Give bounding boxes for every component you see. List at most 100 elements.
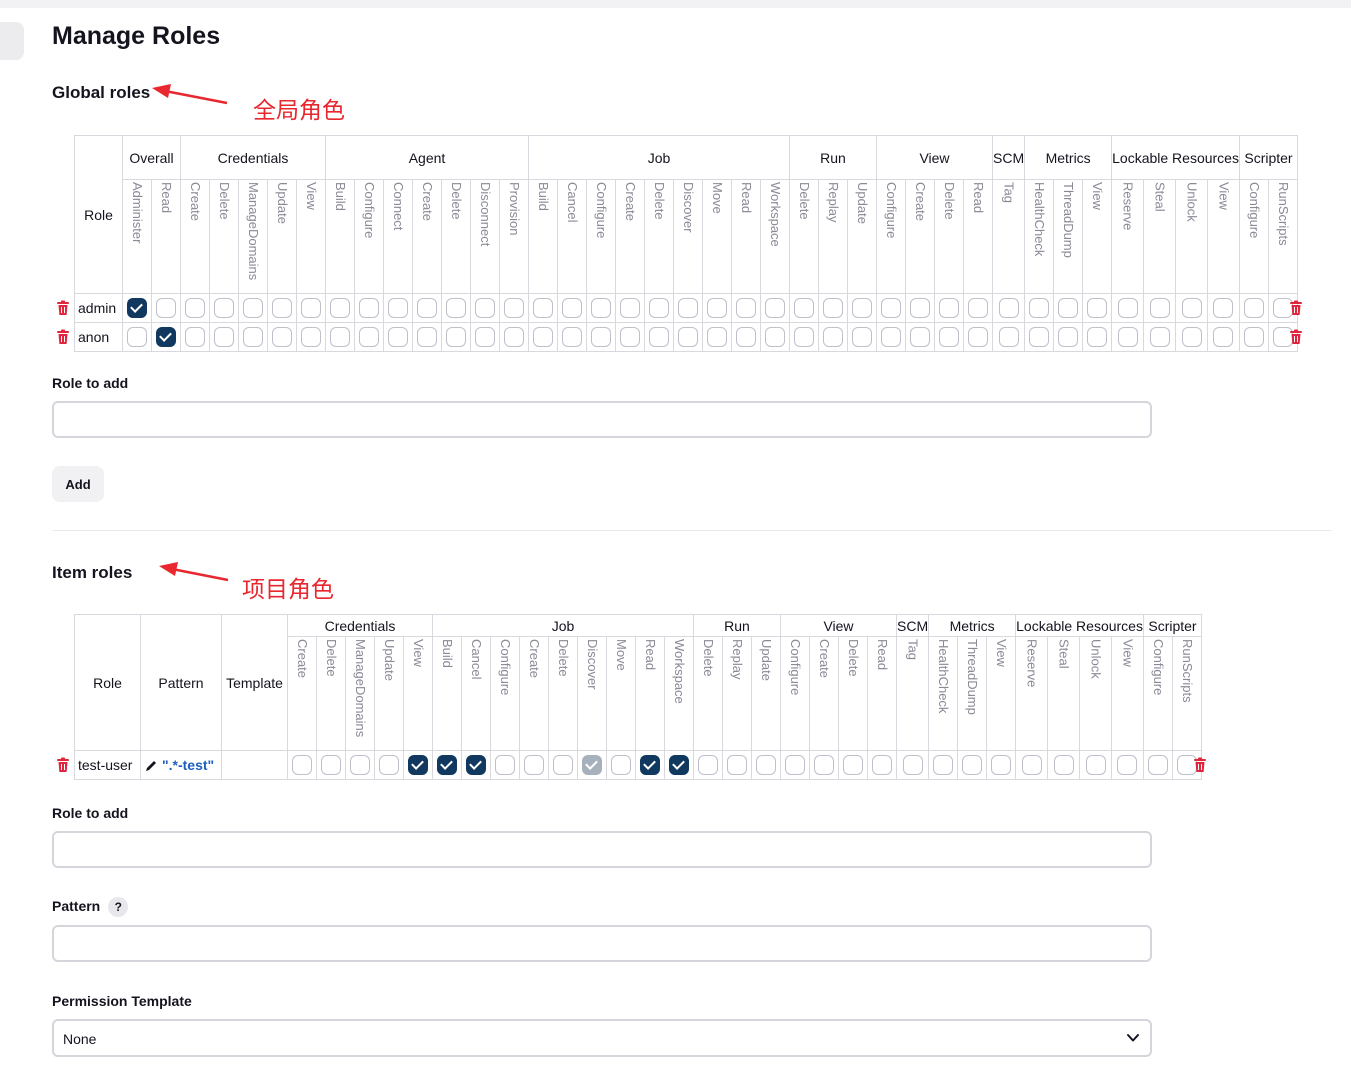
permission-checkbox[interactable] <box>301 327 321 347</box>
permission-checkbox[interactable] <box>1021 755 1042 775</box>
permission-checkbox[interactable] <box>446 327 466 347</box>
permission-checkbox[interactable] <box>698 755 718 775</box>
permission-checkbox[interactable] <box>1058 298 1079 318</box>
permission-checkbox[interactable] <box>998 298 1019 318</box>
permission-checkbox[interactable] <box>765 298 785 318</box>
permission-checkbox[interactable] <box>495 755 515 775</box>
permission-checkbox[interactable] <box>823 298 843 318</box>
permission-checkbox[interactable] <box>437 755 457 775</box>
permission-checkbox[interactable] <box>1149 298 1170 318</box>
trash-icon[interactable] <box>56 757 70 773</box>
permission-checkbox[interactable] <box>388 298 408 318</box>
permission-checkbox[interactable] <box>736 327 756 347</box>
permission-checkbox[interactable] <box>998 327 1019 347</box>
permission-checkbox[interactable] <box>1243 298 1264 318</box>
permission-checkbox[interactable] <box>933 755 954 775</box>
permission-checkbox[interactable] <box>359 327 379 347</box>
permission-checkbox[interactable] <box>852 327 872 347</box>
permission-checkbox[interactable] <box>991 755 1012 775</box>
permission-checkbox[interactable] <box>214 327 234 347</box>
permission-checkbox[interactable] <box>533 298 553 318</box>
permission-checkbox[interactable] <box>902 755 923 775</box>
permission-checkbox[interactable] <box>504 298 524 318</box>
permission-checkbox[interactable] <box>910 327 930 347</box>
permission-checkbox[interactable] <box>1213 298 1234 318</box>
permission-checkbox[interactable] <box>330 327 350 347</box>
permission-checkbox[interactable] <box>1147 755 1168 775</box>
permission-checkbox[interactable] <box>446 298 466 318</box>
permission-checkbox[interactable] <box>620 298 640 318</box>
permission-checkbox[interactable] <box>736 298 756 318</box>
permission-checkbox[interactable] <box>649 298 669 318</box>
permission-checkbox[interactable] <box>1058 327 1079 347</box>
permission-checkbox[interactable] <box>910 298 930 318</box>
trash-icon-right[interactable] <box>1289 329 1303 345</box>
permission-checkbox[interactable] <box>272 298 292 318</box>
permission-checkbox[interactable] <box>1087 298 1108 318</box>
permission-checkbox[interactable] <box>243 298 263 318</box>
permission-checkbox[interactable] <box>417 298 437 318</box>
permission-checkbox[interactable] <box>707 327 727 347</box>
permission-checkbox[interactable] <box>1053 755 1074 775</box>
permission-checkbox[interactable] <box>640 755 660 775</box>
permission-checkbox[interactable] <box>156 298 176 318</box>
permission-checkbox[interactable] <box>611 755 631 775</box>
permission-checkbox[interactable] <box>968 298 988 318</box>
permission-checkbox[interactable] <box>649 327 669 347</box>
global-role-to-add-input[interactable] <box>52 401 1152 438</box>
permission-checkbox[interactable] <box>765 327 785 347</box>
permission-checkbox[interactable] <box>127 327 147 347</box>
permission-checkbox[interactable] <box>504 327 524 347</box>
permission-checkbox[interactable] <box>794 327 814 347</box>
permission-checkbox[interactable] <box>1213 327 1234 347</box>
permission-checkbox[interactable] <box>1117 298 1138 318</box>
permission-checkbox[interactable] <box>330 298 350 318</box>
permission-checkbox[interactable] <box>185 298 205 318</box>
permission-checkbox[interactable] <box>214 298 234 318</box>
permission-checkbox[interactable] <box>785 755 805 775</box>
permission-checkbox[interactable] <box>1117 327 1138 347</box>
permission-checkbox[interactable] <box>524 755 544 775</box>
add-global-role-button[interactable]: Add <box>52 466 104 502</box>
permission-checkbox[interactable] <box>1029 298 1050 318</box>
permission-checkbox[interactable] <box>1085 755 1106 775</box>
permission-checkbox[interactable] <box>1243 327 1264 347</box>
permission-checkbox[interactable] <box>359 298 379 318</box>
permission-checkbox[interactable] <box>475 327 495 347</box>
permission-checkbox[interactable] <box>881 327 901 347</box>
permission-checkbox[interactable] <box>1181 327 1202 347</box>
permission-checkbox[interactable] <box>939 327 959 347</box>
permission-checkbox[interactable] <box>466 755 486 775</box>
permission-checkbox[interactable] <box>185 327 205 347</box>
permission-checkbox[interactable] <box>292 755 312 775</box>
permission-checkbox[interactable] <box>707 298 727 318</box>
permission-checkbox[interactable] <box>678 327 698 347</box>
permission-checkbox[interactable] <box>669 755 689 775</box>
permission-checkbox[interactable] <box>968 327 988 347</box>
permission-checkbox[interactable] <box>620 327 640 347</box>
permission-checkbox[interactable] <box>379 755 399 775</box>
item-role-to-add-input[interactable] <box>52 831 1152 868</box>
permission-checkbox[interactable] <box>388 327 408 347</box>
side-panel-toggle[interactable] <box>0 22 24 60</box>
trash-icon-right[interactable] <box>1193 757 1207 773</box>
permission-checkbox[interactable] <box>475 298 495 318</box>
permission-checkbox[interactable] <box>727 755 747 775</box>
permission-checkbox[interactable] <box>156 327 176 347</box>
permission-checkbox[interactable] <box>678 298 698 318</box>
permission-checkbox[interactable] <box>1087 327 1108 347</box>
permission-checkbox[interactable] <box>939 298 959 318</box>
permission-checkbox[interactable] <box>127 298 147 318</box>
permission-checkbox[interactable] <box>533 327 553 347</box>
permission-checkbox[interactable] <box>321 755 341 775</box>
permission-checkbox[interactable] <box>794 298 814 318</box>
permission-checkbox[interactable] <box>1181 298 1202 318</box>
permission-checkbox[interactable] <box>1117 755 1138 775</box>
permission-template-select[interactable]: None <box>52 1019 1152 1057</box>
pencil-icon[interactable] <box>144 757 158 773</box>
permission-checkbox[interactable] <box>408 755 428 775</box>
trash-icon-right[interactable] <box>1289 300 1303 316</box>
permission-checkbox[interactable] <box>852 298 872 318</box>
permission-checkbox[interactable] <box>243 327 263 347</box>
permission-checkbox[interactable] <box>843 755 863 775</box>
